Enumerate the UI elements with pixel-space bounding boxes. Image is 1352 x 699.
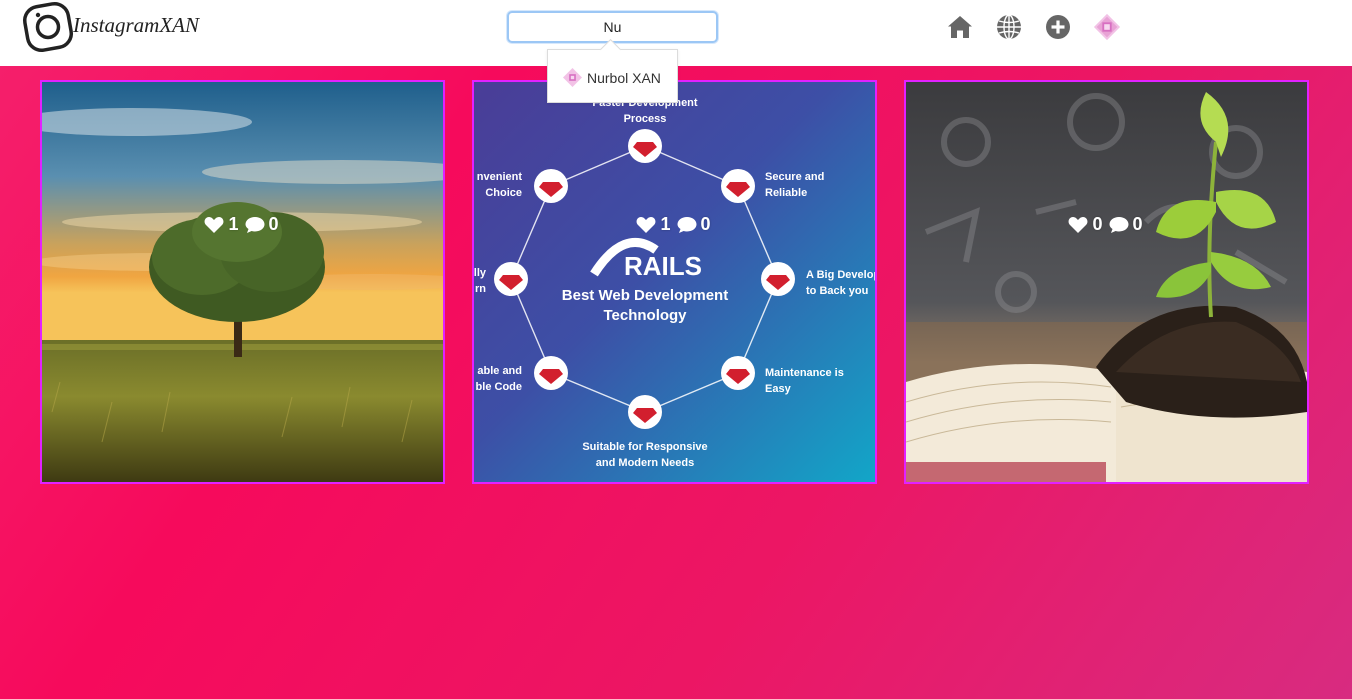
globe-icon[interactable]: [995, 13, 1023, 41]
graphic-label: Maintenance is: [765, 367, 844, 379]
brand-name: InstagramXAN: [73, 12, 199, 37]
graphic-label: rn: [475, 283, 486, 295]
graphic-title-line2: Technology: [603, 307, 687, 324]
post-card[interactable]: RAILS Best Web Development Technology Fa…: [472, 80, 877, 484]
graphic-label: A Big Develop: [806, 269, 875, 281]
heart-icon[interactable]: [636, 216, 656, 234]
graphic-label: able and: [477, 365, 522, 377]
comment-icon[interactable]: [1109, 216, 1129, 234]
graphic-label: Process: [624, 113, 667, 125]
search-input[interactable]: [509, 13, 716, 41]
rails-logo-text: RAILS: [624, 251, 702, 281]
camera-icon: [22, 1, 74, 53]
graphic-label: Reliable: [765, 187, 807, 199]
graphic-label: Choice: [485, 187, 522, 199]
comments-count: 0: [700, 214, 711, 234]
nav-icons: [946, 13, 1121, 41]
graphic-label: Suitable for Responsive: [582, 441, 707, 453]
graphic-label: and Modern Needs: [596, 457, 694, 469]
comment-icon[interactable]: [677, 216, 697, 234]
likes-count: 0: [1092, 214, 1103, 234]
post-stats: 1 0: [42, 214, 443, 235]
feed: 1 0 RAILS Best Web Development Technolog…: [0, 66, 1352, 699]
graphic-label: ble Code: [476, 381, 522, 393]
graphic-label: to Back you: [806, 285, 868, 297]
post-stats: 1 0: [474, 214, 875, 235]
graphic-label: lly: [474, 267, 487, 279]
comment-icon[interactable]: [245, 216, 265, 234]
graphic-label: nvenient: [477, 171, 523, 183]
comments-count: 0: [268, 214, 279, 234]
search-result-item[interactable]: Nurbol XAN: [563, 68, 661, 87]
search-results-dropdown: Nurbol XAN: [547, 49, 678, 103]
post-image-rails: RAILS Best Web Development Technology Fa…: [474, 82, 875, 482]
heart-icon[interactable]: [1068, 216, 1088, 234]
post-card[interactable]: 0 0: [904, 80, 1309, 484]
likes-count: 1: [660, 214, 671, 234]
search-result-name: Nurbol XAN: [587, 69, 661, 86]
search-box[interactable]: [507, 11, 718, 43]
graphic-title-line1: Best Web Development: [562, 287, 728, 304]
graphic-label: Easy: [765, 383, 792, 395]
post-image-tree: [42, 82, 443, 482]
plus-circle-icon[interactable]: [1044, 13, 1072, 41]
graphic-label: Secure and: [765, 171, 824, 183]
post-stats: 0 0: [906, 214, 1307, 235]
post-image-plant-book: [906, 82, 1307, 482]
post-card[interactable]: 1 0: [40, 80, 445, 484]
home-icon[interactable]: [946, 13, 974, 41]
comments-count: 0: [1132, 214, 1143, 234]
brand[interactable]: InstagramXAN: [22, 1, 199, 53]
heart-icon[interactable]: [204, 216, 224, 234]
pink-diamond-avatar-icon: [563, 68, 582, 87]
avatar[interactable]: [1093, 13, 1121, 41]
likes-count: 1: [228, 214, 239, 234]
